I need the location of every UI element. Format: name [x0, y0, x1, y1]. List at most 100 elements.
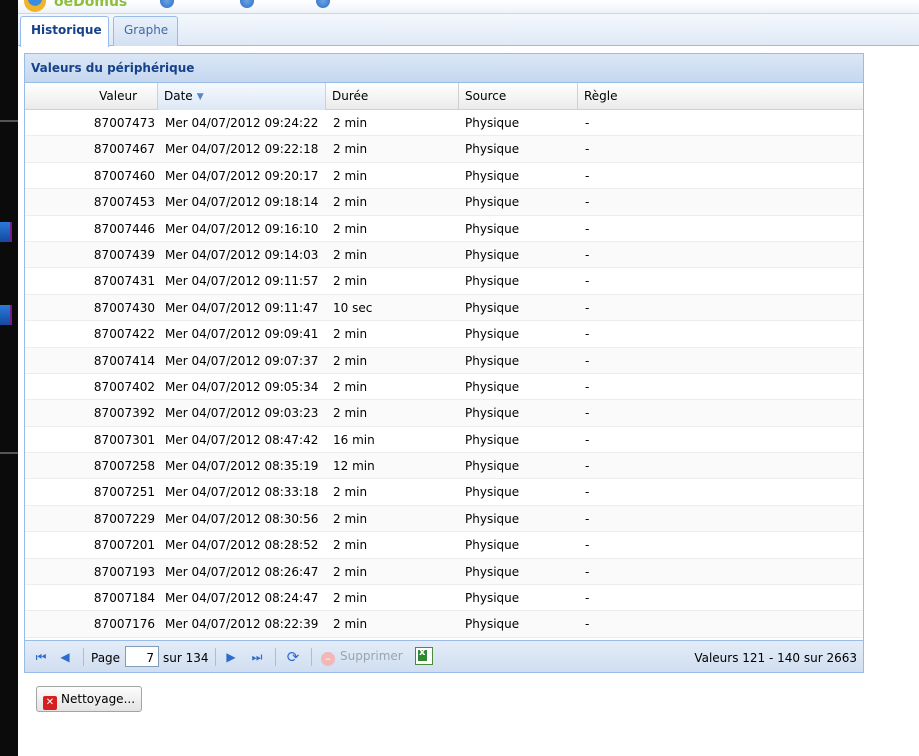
tab-graphe[interactable]: Graphe: [113, 16, 178, 46]
next-page-icon[interactable]: ▶: [223, 649, 239, 665]
table-row[interactable]: 87007414 Mer 04/07/2012 09:07:37 2 min Phys…: [25, 347, 863, 374]
cell-source: Physique: [465, 247, 520, 262]
table-row[interactable]: 87007402 Mer 04/07/2012 09:05:34 2 min Phys…: [25, 374, 863, 401]
cell-regle: -: [585, 247, 590, 262]
cell-valeur: 87007229: [93, 511, 155, 526]
cell-date: Mer 04/07/2012 09:05:34: [165, 379, 319, 394]
column-header-valeur[interactable]: Valeur: [25, 83, 158, 110]
desktop-strip: [0, 0, 18, 756]
cell-duree: 2 min: [333, 247, 368, 262]
cell-duree: 2 min: [333, 617, 368, 632]
cell-date: Mer 04/07/2012 09:18:14: [165, 195, 319, 210]
cell-regle: -: [585, 116, 590, 130]
table-row[interactable]: 87007431 Mer 04/07/2012 09:11:57 2 min Phys…: [25, 268, 863, 295]
cell-duree: 2 min: [333, 195, 368, 210]
cell-source: Physique: [465, 564, 520, 579]
cell-source: Physique: [465, 353, 520, 368]
cell-regle: -: [585, 617, 590, 632]
cell-duree: 2 min: [333, 564, 368, 579]
cell-duree: 2 min: [333, 327, 368, 342]
first-page-icon[interactable]: ⏮: [33, 649, 49, 665]
column-header-regle[interactable]: Règle: [578, 83, 862, 110]
cell-valeur: 87007467: [93, 142, 155, 157]
cell-date: Mer 04/07/2012 08:24:47: [165, 591, 319, 606]
delete-label: Supprimer: [340, 649, 403, 663]
table-row[interactable]: 87007430 Mer 04/07/2012 09:11:47 10 sec Phy…: [25, 294, 863, 322]
table-row[interactable]: 87007229 Mer 04/07/2012 08:30:56 2 min Phys…: [25, 505, 863, 533]
app-header: oeDomus: [18, 0, 919, 14]
paging-toolbar: ⏮ ◀ Page sur 134 ▶ ⏭ ⟳ –Supprimer Valeur…: [25, 640, 863, 672]
toolbar-separator: [311, 648, 312, 666]
delete-button[interactable]: – Supprimer: [321, 649, 403, 666]
cleanup-label: Nettoyage...: [61, 692, 136, 706]
cell-source: Physique: [465, 591, 520, 606]
excel-export-icon[interactable]: [415, 647, 433, 665]
table-row[interactable]: 87007193 Mer 04/07/2012 08:26:47 2 min Phys…: [25, 558, 863, 586]
cell-date: Mer 04/07/2012 08:26:47: [165, 564, 319, 579]
column-header-duree[interactable]: Durée: [326, 83, 459, 110]
column-label: Valeur: [99, 89, 137, 103]
cell-valeur: 87007431: [93, 274, 155, 289]
column-label: Règle: [584, 89, 618, 103]
cell-valeur: 87007430: [93, 300, 155, 315]
cell-regle: -: [585, 564, 590, 579]
table-row[interactable]: 87007184 Mer 04/07/2012 08:24:47 2 min Phys…: [25, 585, 863, 612]
cell-source: Physique: [465, 511, 520, 526]
table-row[interactable]: 87007473 Mer 04/07/2012 09:24:22 2 min Phys…: [25, 110, 863, 137]
last-page-icon[interactable]: ⏭: [249, 649, 265, 665]
nav-icon[interactable]: [240, 0, 254, 8]
prev-page-icon[interactable]: ◀: [57, 649, 73, 665]
cell-regle: -: [585, 353, 590, 368]
cell-valeur: 87007402: [93, 379, 155, 394]
table-row[interactable]: 87007453 Mer 04/07/2012 09:18:14 2 min Phys…: [25, 189, 863, 216]
column-header-date[interactable]: Date ▼: [158, 83, 326, 110]
tab-strip: Historique Graphe: [18, 14, 919, 47]
cell-source: Physique: [465, 195, 520, 210]
tab-historique[interactable]: Historique: [20, 16, 109, 47]
table-row[interactable]: 87007258 Mer 04/07/2012 08:35:19 12 min Phy…: [25, 453, 863, 480]
page-number-input[interactable]: [125, 646, 159, 667]
cell-valeur: 87007251: [93, 485, 155, 500]
cell-valeur: 87007473: [93, 116, 155, 130]
column-label: Durée: [332, 89, 369, 103]
nav-icon[interactable]: [160, 0, 174, 8]
cell-duree: 10 sec: [333, 300, 373, 315]
table-row[interactable]: 87007201 Mer 04/07/2012 08:28:52 2 min Phys…: [25, 532, 863, 559]
cell-valeur: 87007193: [93, 564, 155, 579]
cell-date: Mer 04/07/2012 09:16:10: [165, 221, 319, 236]
table-row[interactable]: 87007176 Mer 04/07/2012 08:22:39 2 min Phys…: [25, 611, 863, 638]
table-row[interactable]: 87007301 Mer 04/07/2012 08:47:42 16 min Phy…: [25, 427, 863, 454]
cell-regle: -: [585, 485, 590, 500]
refresh-icon[interactable]: ⟳: [285, 649, 301, 665]
cell-regle: -: [585, 195, 590, 210]
cell-date: Mer 04/07/2012 08:35:19: [165, 459, 319, 474]
table-row[interactable]: 87007446 Mer 04/07/2012 09:16:10 2 min Phys…: [25, 216, 863, 242]
cell-source: Physique: [465, 300, 520, 315]
cell-regle: -: [585, 591, 590, 606]
desktop-app-icon: [0, 305, 12, 325]
cell-source: Physique: [465, 406, 520, 421]
device-values-panel: Valeurs du périphérique Valeur Date ▼ Dur…: [24, 53, 864, 673]
table-row[interactable]: 87007439 Mer 04/07/2012 09:14:03 2 min Phys…: [25, 241, 863, 269]
table-row[interactable]: 87007460 Mer 04/07/2012 09:20:17 2 min Phys…: [25, 163, 863, 190]
cell-source: Physique: [465, 274, 520, 289]
cell-duree: 2 min: [333, 379, 368, 394]
table-row[interactable]: 87007422 Mer 04/07/2012 09:09:41 2 min Phys…: [25, 321, 863, 348]
cell-date: Mer 04/07/2012 09:11:57: [165, 274, 319, 289]
cell-source: Physique: [465, 379, 520, 394]
cell-date: Mer 04/07/2012 09:22:18: [165, 142, 319, 157]
table-row[interactable]: 87007251 Mer 04/07/2012 08:33:18 2 min Phys…: [25, 479, 863, 506]
page-label: Page: [91, 651, 121, 665]
cell-duree: 2 min: [333, 168, 368, 183]
toolbar-separator: [215, 648, 216, 666]
cleanup-button[interactable]: ✕ Nettoyage...: [36, 686, 142, 712]
cell-regle: -: [585, 327, 590, 342]
column-header-source[interactable]: Source: [459, 83, 578, 110]
page-count-label: sur 134: [163, 651, 209, 665]
table-row[interactable]: 87007392 Mer 04/07/2012 09:03:23 2 min Phys…: [25, 400, 863, 427]
nav-icon[interactable]: [316, 0, 330, 8]
cell-date: Mer 04/07/2012 09:09:41: [165, 327, 319, 342]
cell-regle: -: [585, 300, 590, 315]
cell-valeur: 87007439: [93, 247, 155, 262]
table-row[interactable]: 87007467 Mer 04/07/2012 09:22:18 2 min Phys…: [25, 136, 863, 163]
